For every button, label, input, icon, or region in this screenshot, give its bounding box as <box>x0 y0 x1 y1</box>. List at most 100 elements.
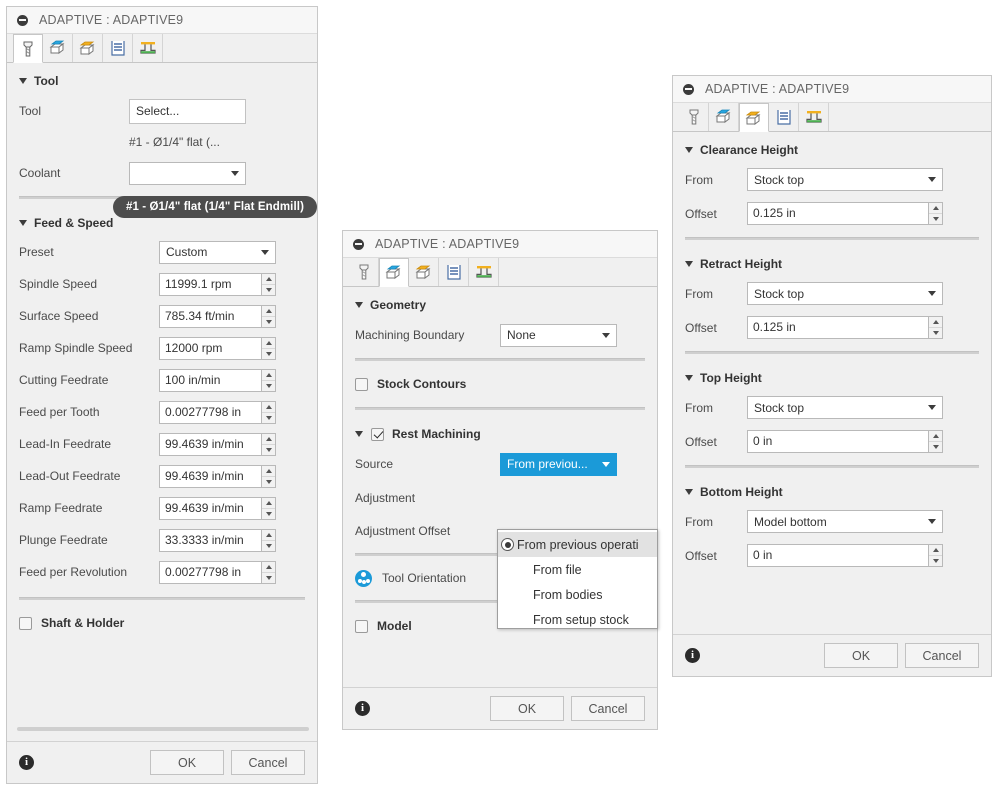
offset-input[interactable]: 0.125 in <box>747 202 928 225</box>
offset-input[interactable]: 0 in <box>747 544 928 567</box>
stock-contours-checkbox[interactable] <box>355 377 368 391</box>
tab-heights[interactable] <box>739 103 769 132</box>
value-input[interactable]: 0.00277798 in <box>159 400 261 424</box>
info-icon[interactable]: i <box>19 755 34 770</box>
spinner-up-button[interactable] <box>262 305 275 317</box>
source-dropdown-popup[interactable]: From previous operati From file From bodie… <box>497 529 658 629</box>
source-option[interactable]: From bodies <box>498 582 657 607</box>
row-shaft-holder[interactable]: Shaft & Holder <box>19 606 305 640</box>
value-input[interactable]: 12000 rpm <box>159 336 261 360</box>
spinner-up-button[interactable] <box>262 529 275 541</box>
info-icon[interactable]: i <box>685 648 700 663</box>
spinner-up-button[interactable] <box>262 433 275 445</box>
tab-geometry[interactable] <box>43 34 73 62</box>
value-input[interactable]: 99.4639 in/min <box>159 496 261 520</box>
ok-button[interactable]: OK <box>824 643 898 668</box>
group-geometry-header[interactable]: Geometry <box>355 287 645 318</box>
spinner-up-button[interactable] <box>929 203 942 214</box>
collapse-icon[interactable] <box>353 238 364 250</box>
source-option[interactable]: From file <box>498 557 657 582</box>
tab-tool[interactable] <box>13 34 43 63</box>
shaft-holder-checkbox[interactable] <box>19 616 32 630</box>
spinner-down-button[interactable] <box>262 412 275 423</box>
tab-heights[interactable] <box>409 258 439 286</box>
group-rest-machining-header[interactable]: Rest Machining <box>355 416 645 447</box>
spinner-down-button[interactable] <box>262 380 275 391</box>
value-input[interactable]: 33.3333 in/min <box>159 528 261 552</box>
tab-heights[interactable] <box>73 34 103 62</box>
endmill-icon <box>359 264 369 280</box>
row-from: From Stock top <box>685 163 979 196</box>
cancel-button[interactable]: Cancel <box>905 643 979 668</box>
scrollbar-thumb[interactable] <box>17 727 309 731</box>
row-stock-contours[interactable]: Stock Contours <box>355 367 645 401</box>
coolant-select[interactable] <box>129 161 246 185</box>
cancel-button[interactable]: Cancel <box>231 750 305 775</box>
spinner-down-button[interactable] <box>929 442 942 452</box>
spinner-down-button[interactable] <box>262 316 275 327</box>
spinner-down-button[interactable] <box>929 214 942 224</box>
spinner-up-button[interactable] <box>929 317 942 328</box>
spinner-down-button[interactable] <box>262 476 275 487</box>
group-header[interactable]: Bottom Height <box>685 474 979 505</box>
spinner-up-button[interactable] <box>262 561 275 573</box>
spinner-up-button[interactable] <box>929 545 942 556</box>
from-select[interactable]: Stock top <box>747 168 943 191</box>
tab-geometry[interactable] <box>709 103 739 131</box>
value-input[interactable]: 100 in/min <box>159 368 261 392</box>
group-header[interactable]: Top Height <box>685 360 979 391</box>
spinner-up-button[interactable] <box>262 401 275 413</box>
value-input[interactable]: 99.4639 in/min <box>159 464 261 488</box>
spinner-down-button[interactable] <box>929 556 942 566</box>
from-select[interactable]: Model bottom <box>747 510 943 533</box>
spinner-down-button[interactable] <box>262 284 275 295</box>
collapse-icon[interactable] <box>683 83 694 95</box>
tab-linking[interactable] <box>133 34 163 62</box>
value-input[interactable]: 99.4639 in/min <box>159 432 261 456</box>
ok-button[interactable]: OK <box>490 696 564 721</box>
select-tool-button[interactable]: Select... <box>129 98 246 124</box>
source-option[interactable]: From previous operati <box>498 532 657 557</box>
tab-passes[interactable] <box>769 103 799 131</box>
spinner-down-button[interactable] <box>262 508 275 519</box>
collapse-icon[interactable] <box>17 14 28 26</box>
from-select[interactable]: Stock top <box>747 282 943 305</box>
value-input[interactable]: 11999.1 rpm <box>159 272 261 296</box>
group-header[interactable]: Clearance Height <box>685 132 979 163</box>
tab-passes[interactable] <box>103 34 133 62</box>
spinner-down-button[interactable] <box>262 572 275 583</box>
from-select[interactable]: Stock top <box>747 396 943 419</box>
spinner-down-button[interactable] <box>262 444 275 455</box>
preset-select[interactable]: Custom <box>159 240 276 264</box>
tab-passes[interactable] <box>439 258 469 286</box>
offset-input[interactable]: 0 in <box>747 430 928 453</box>
tab-geometry[interactable] <box>379 258 409 287</box>
offset-input[interactable]: 0.125 in <box>747 316 928 339</box>
group-tool-header[interactable]: Tool <box>19 63 305 94</box>
rest-machining-checkbox[interactable] <box>371 427 384 441</box>
spinner-up-button[interactable] <box>262 465 275 477</box>
spinner-up-button[interactable] <box>262 369 275 381</box>
tab-linking[interactable] <box>799 103 829 131</box>
ok-button[interactable]: OK <box>150 750 224 775</box>
info-icon[interactable]: i <box>355 701 370 716</box>
machining-boundary-select[interactable]: None <box>500 323 617 347</box>
value-input[interactable]: 0.00277798 in <box>159 560 261 584</box>
group-header[interactable]: Retract Height <box>685 246 979 277</box>
spinner-up-button[interactable] <box>262 273 275 285</box>
tab-linking[interactable] <box>469 258 499 286</box>
tab-tool[interactable] <box>349 258 379 286</box>
value-input[interactable]: 785.34 ft/min <box>159 304 261 328</box>
spinner-down-button[interactable] <box>929 328 942 338</box>
model-checkbox[interactable] <box>355 619 368 633</box>
spinner-down-button[interactable] <box>262 348 275 359</box>
spinner-up-button[interactable] <box>262 337 275 349</box>
spinner-down-button[interactable] <box>262 540 275 551</box>
spinner-up-button[interactable] <box>929 431 942 442</box>
cancel-button[interactable]: Cancel <box>571 696 645 721</box>
source-select[interactable]: From previou... <box>500 452 617 476</box>
source-option[interactable]: From setup stock <box>498 607 657 628</box>
spinner-up-button[interactable] <box>262 497 275 509</box>
tab-tool[interactable] <box>679 103 709 131</box>
row-from: From Stock top <box>685 277 979 310</box>
